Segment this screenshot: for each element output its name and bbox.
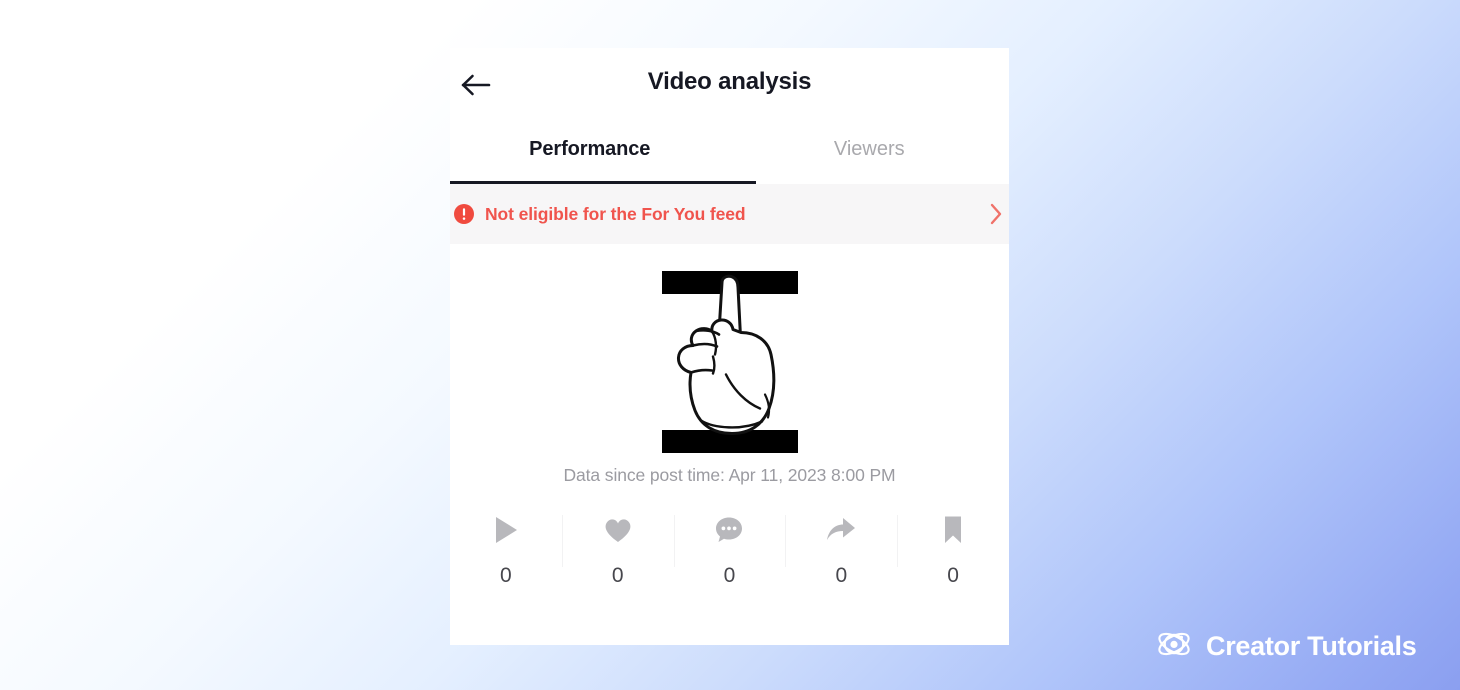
stat-views-value: 0 <box>500 564 512 587</box>
alert-circle-icon <box>454 204 474 224</box>
play-icon <box>492 509 520 551</box>
video-thumbnail-container <box>450 271 1009 453</box>
tab-bar: Performance Viewers <box>450 120 1009 184</box>
phone-screen-panel: Video analysis Performance Viewers Not e… <box>450 48 1009 645</box>
tab-viewers[interactable]: Viewers <box>730 120 1010 184</box>
data-since-label: Data since post time: Apr 11, 2023 8:00 … <box>563 465 896 485</box>
video-thumbnail[interactable] <box>661 271 798 453</box>
bookmark-icon <box>942 509 964 551</box>
stat-shares-value: 0 <box>835 564 848 587</box>
tab-viewers-label: Viewers <box>833 137 905 160</box>
app-header: Video analysis <box>450 48 1009 120</box>
eligibility-banner-text: Not eligible for the For You feed <box>485 203 746 224</box>
watermark-text: Creator Tutorials <box>1206 631 1417 661</box>
stat-comments-value: 0 <box>723 564 736 587</box>
stat-comments[interactable]: 0 <box>673 509 786 588</box>
stat-favorites[interactable]: 0 <box>897 509 1009 588</box>
watermark: Creator Tutorials <box>1156 626 1417 667</box>
stat-likes[interactable]: 0 <box>561 509 674 588</box>
heart-icon <box>603 509 633 551</box>
stat-favorites-value: 0 <box>947 564 959 587</box>
chevron-right-icon[interactable] <box>985 203 1007 225</box>
pointing-hand-illustration <box>676 274 775 435</box>
stat-shares[interactable]: 0 <box>785 509 897 588</box>
stat-views[interactable]: 0 <box>450 509 562 588</box>
page-title: Video analysis <box>647 68 812 95</box>
eligibility-banner[interactable]: Not eligible for the For You feed <box>450 184 1009 244</box>
stat-likes-value: 0 <box>611 564 624 587</box>
stats-row: 0 0 0 0 0 <box>450 509 1009 588</box>
comment-icon <box>714 509 744 551</box>
tab-performance-label: Performance <box>529 137 651 160</box>
atom-logo-icon <box>1156 626 1192 667</box>
tab-performance[interactable]: Performance <box>450 120 730 184</box>
share-icon <box>825 509 857 551</box>
